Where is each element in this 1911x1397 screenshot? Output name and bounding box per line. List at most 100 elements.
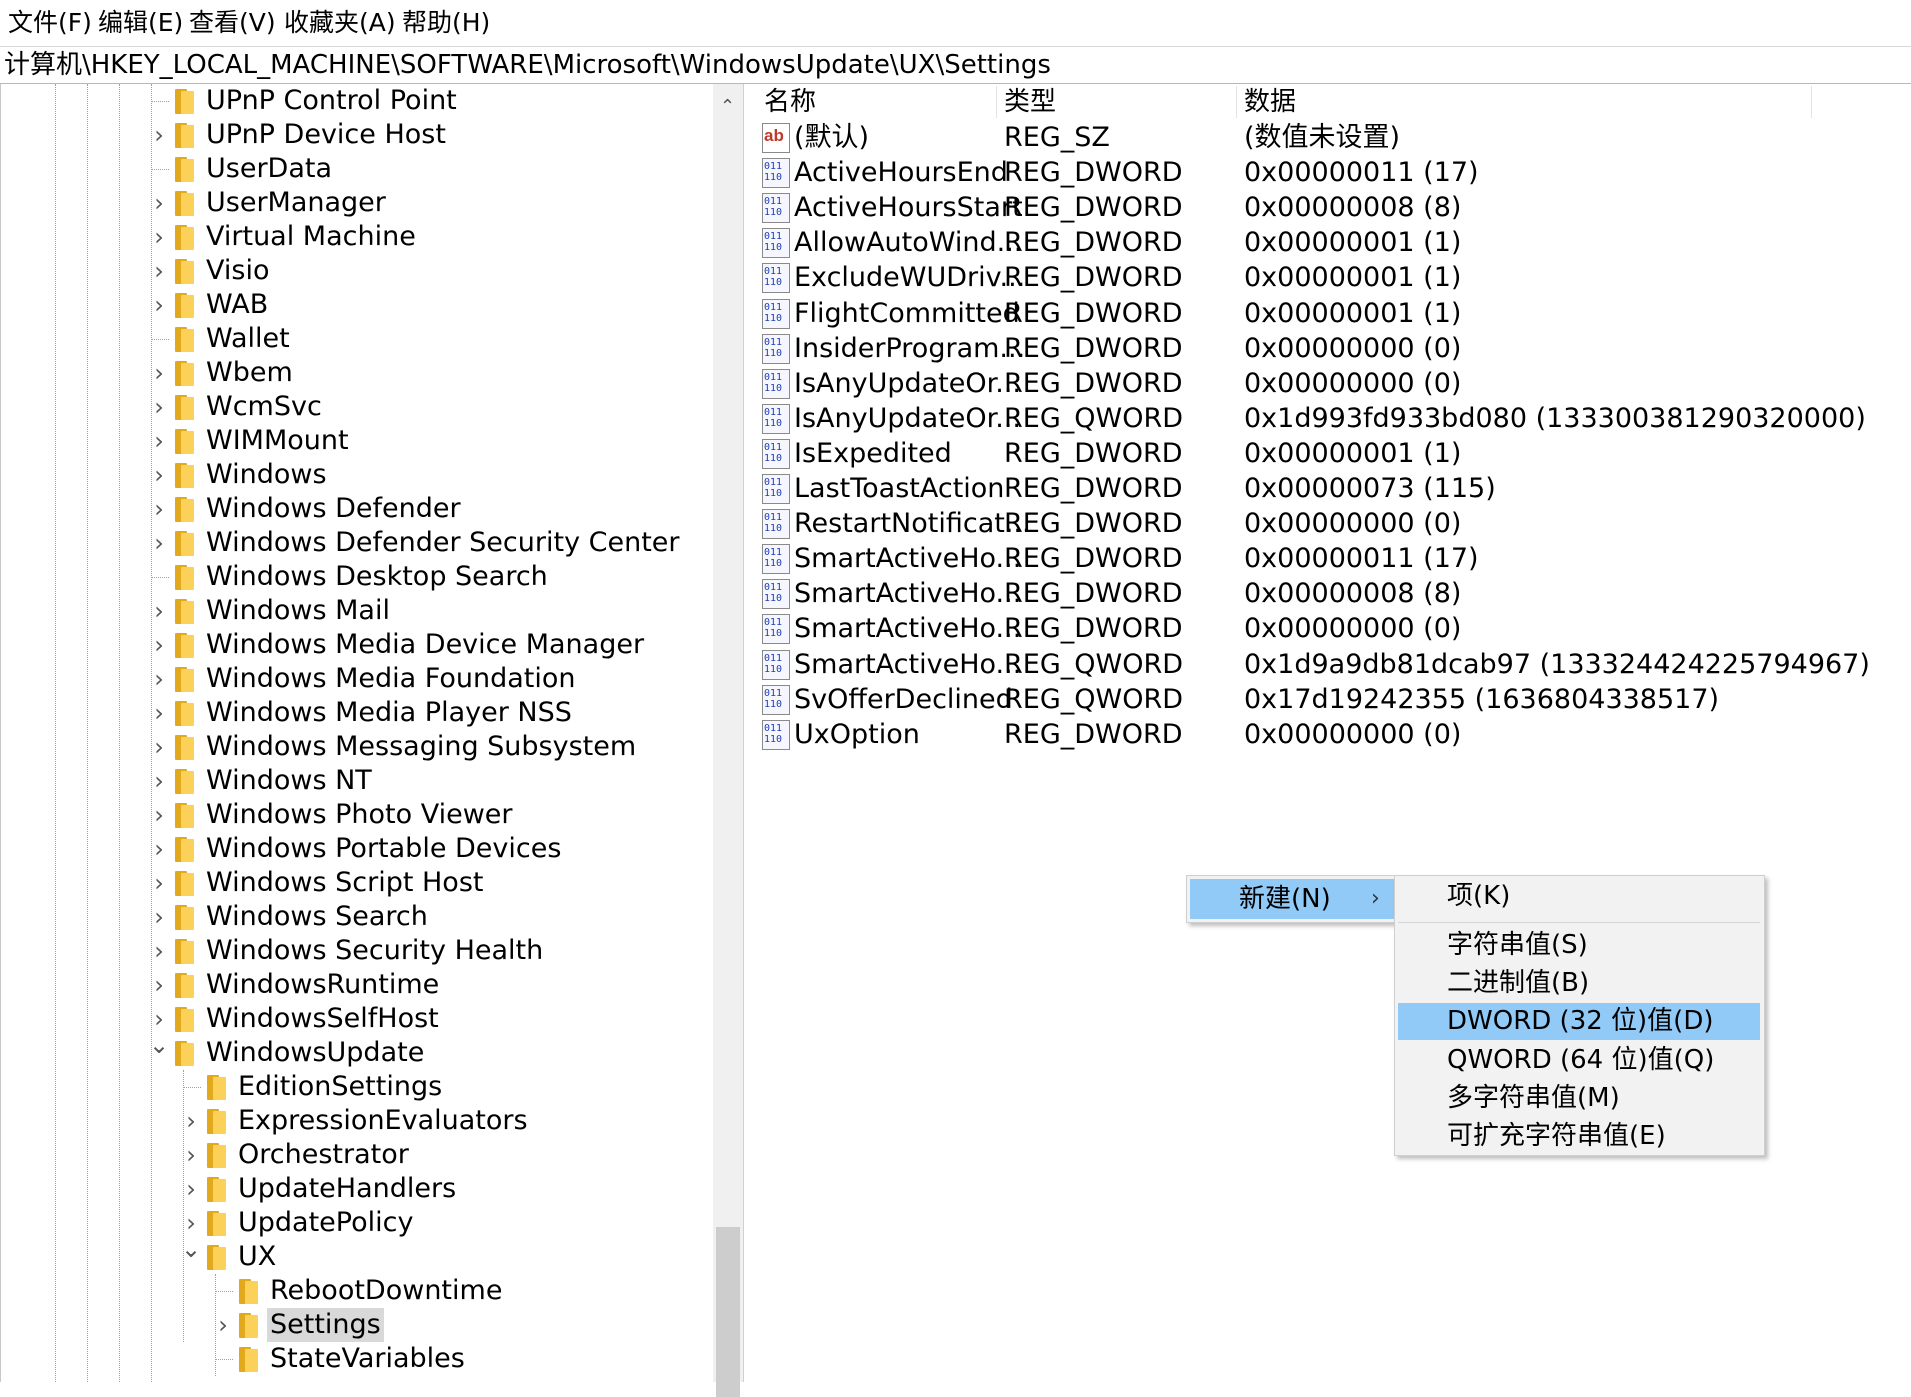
tree-item-label: Orchestrator [238, 1139, 409, 1170]
tree-item-label: Windows NT [206, 765, 372, 796]
tree-connector [147, 86, 171, 116]
menu-edit[interactable]: 编辑(E) [98, 8, 183, 38]
tree-item-label: Windows Media Foundation [206, 663, 576, 694]
submenu-item-5[interactable]: 多字符串值(M) [1398, 1080, 1760, 1117]
column-divider[interactable] [1811, 86, 1812, 118]
address-bar[interactable]: 计算机\HKEY_LOCAL_MACHINE\SOFTWARE\Microsof… [0, 46, 1911, 84]
column-header-data[interactable]: 数据 [1244, 84, 1296, 120]
value-row[interactable]: 011 110 FlightCommitted REG_DWORD 0x0000000… [756, 296, 1911, 331]
menu-view[interactable]: 查看(V) [189, 8, 276, 38]
submenu-item-1[interactable]: 字符串值(S) [1398, 927, 1760, 964]
expand-chevron-icon[interactable]: › [147, 528, 171, 558]
value-row[interactable]: 011 110 SmartActiveHo... REG_DWORD 0x000000… [756, 541, 1911, 576]
tree-item-label: UPnP Control Point [206, 85, 457, 116]
collapse-chevron-icon[interactable]: ⌄ [179, 1234, 203, 1264]
submenu-item-2[interactable]: 二进制值(B) [1398, 965, 1760, 1002]
column-divider[interactable] [996, 86, 997, 118]
value-name: SmartActiveHo... [794, 543, 1022, 575]
value-name: IsAnyUpdateOr... [794, 402, 1021, 434]
value-row[interactable]: 011 110 SmartActiveHo... REG_QWORD 0x1d9a9d… [756, 647, 1911, 682]
expand-chevron-icon[interactable]: › [147, 800, 171, 830]
folder-icon [175, 837, 194, 862]
value-row[interactable]: 011 110 InsiderProgram... REG_DWORD 0x00000… [756, 331, 1911, 366]
expand-chevron-icon[interactable]: › [147, 902, 171, 932]
value-row[interactable]: 011 110 AllowAutoWind... REG_DWORD 0x000000… [756, 225, 1911, 260]
binary-glyph: 011 110 [764, 336, 783, 359]
menu-file[interactable]: 文件(F) [8, 8, 92, 38]
column-header-type[interactable]: 类型 [1004, 84, 1056, 120]
folder-icon [207, 1109, 226, 1134]
binary-glyph: 011 110 [764, 196, 783, 219]
value-row[interactable]: 011 110 IsAnyUpdateOr... REG_DWORD 0x000000… [756, 366, 1911, 401]
menu-item-new[interactable]: 新建(N) › [1190, 879, 1395, 919]
tree-connector [211, 1344, 235, 1374]
value-data: 0x00000011 (17) [1244, 157, 1479, 189]
address-path[interactable]: 计算机\HKEY_LOCAL_MACHINE\SOFTWARE\Microsof… [4, 49, 1051, 81]
expand-chevron-icon[interactable]: › [147, 290, 171, 320]
expand-chevron-icon[interactable]: › [147, 494, 171, 524]
value-row[interactable]: 011 110 UxOption REG_DWORD 0x00000000 (0) [756, 717, 1911, 752]
menu-favorites[interactable]: 收藏夹(A) [284, 8, 396, 38]
value-row[interactable]: 011 110 RestartNotificat... REG_DWORD 0x000… [756, 506, 1911, 541]
expand-chevron-icon[interactable]: › [147, 426, 171, 456]
tree-item-label: WindowsRuntime [206, 969, 440, 1000]
value-row[interactable]: 011 110 IsExpedited REG_DWORD 0x00000001 (1… [756, 436, 1911, 471]
expand-chevron-icon[interactable]: › [147, 358, 171, 388]
expand-chevron-icon[interactable]: › [147, 120, 171, 150]
value-row[interactable]: 011 110 ExcludeWUDriv... REG_DWORD 0x000000… [756, 260, 1911, 295]
value-type: REG_DWORD [1004, 437, 1183, 469]
expand-chevron-icon[interactable]: › [147, 596, 171, 626]
tree-item-label: UX [238, 1241, 277, 1272]
value-row[interactable]: 011 110 ActiveHoursEnd REG_DWORD 0x00000011… [756, 155, 1911, 190]
expand-chevron-icon[interactable]: › [147, 630, 171, 660]
expand-chevron-icon[interactable]: › [147, 256, 171, 286]
value-row[interactable]: 011 110 IsAnyUpdateOr... REG_QWORD 0x1d993f… [756, 401, 1911, 436]
expand-chevron-icon[interactable]: › [147, 970, 171, 1000]
value-row[interactable]: ab (默认) REG_SZ (数值未设置) [756, 120, 1911, 155]
column-divider[interactable] [1236, 86, 1237, 118]
tree-item-label: Windows [206, 459, 327, 490]
expand-chevron-icon[interactable]: › [147, 834, 171, 864]
scroll-up-icon[interactable]: ⌃ [720, 96, 735, 117]
pane-splitter[interactable] [743, 84, 757, 1382]
menu-help[interactable]: 帮助(H) [402, 8, 490, 38]
scroll-thumb[interactable] [716, 1227, 740, 1397]
expand-chevron-icon[interactable]: › [211, 1310, 235, 1340]
value-name: SmartActiveHo... [794, 578, 1022, 610]
binary-value-icon: 011 110 [762, 579, 790, 610]
tree-item-label: UserManager [206, 187, 386, 218]
value-row[interactable]: 011 110 LastToastAction REG_DWORD 0x0000007… [756, 471, 1911, 506]
value-row[interactable]: 011 110 SmartActiveHo... REG_DWORD 0x000000… [756, 576, 1911, 611]
submenu-item-0[interactable]: 项(K) [1398, 878, 1760, 915]
submenu-item-4[interactable]: QWORD (64 位)值(Q) [1398, 1042, 1760, 1079]
value-row[interactable]: 011 110 SmartActiveHo... REG_DWORD 0x000000… [756, 611, 1911, 646]
expand-chevron-icon[interactable]: › [147, 698, 171, 728]
expand-chevron-icon[interactable]: › [147, 664, 171, 694]
submenu-item-3[interactable]: DWORD (32 位)值(D) [1398, 1003, 1760, 1040]
expand-chevron-icon[interactable]: › [179, 1106, 203, 1136]
tree-scrollbar[interactable]: ⌃ [713, 84, 743, 1397]
folder-icon [175, 769, 194, 794]
value-type: REG_DWORD [1004, 297, 1183, 329]
collapse-chevron-icon[interactable]: ⌄ [147, 1030, 171, 1060]
value-row[interactable]: 011 110 ActiveHoursStart REG_DWORD 0x000000… [756, 190, 1911, 225]
binary-value-icon: 011 110 [762, 403, 790, 434]
expand-chevron-icon[interactable]: › [179, 1174, 203, 1204]
expand-chevron-icon[interactable]: › [147, 868, 171, 898]
expand-chevron-icon[interactable]: › [147, 460, 171, 490]
column-header-name[interactable]: 名称 [764, 84, 816, 120]
tree-guide-line [151, 577, 169, 578]
tree-item-label: Windows Photo Viewer [206, 799, 513, 830]
expand-chevron-icon[interactable]: › [179, 1140, 203, 1170]
expand-chevron-icon[interactable]: › [147, 188, 171, 218]
binary-glyph: 011 110 [764, 477, 783, 499]
expand-chevron-icon[interactable]: › [147, 222, 171, 252]
folder-icon [175, 327, 194, 352]
expand-chevron-icon[interactable]: › [147, 766, 171, 796]
expand-chevron-icon[interactable]: › [147, 392, 171, 422]
value-row[interactable]: 011 110 SvOfferDeclined REG_QWORD 0x17d1924… [756, 682, 1911, 717]
submenu-item-6[interactable]: 可扩充字符串值(E) [1398, 1118, 1760, 1155]
folder-icon [175, 191, 194, 216]
expand-chevron-icon[interactable]: › [147, 936, 171, 966]
expand-chevron-icon[interactable]: › [147, 732, 171, 762]
